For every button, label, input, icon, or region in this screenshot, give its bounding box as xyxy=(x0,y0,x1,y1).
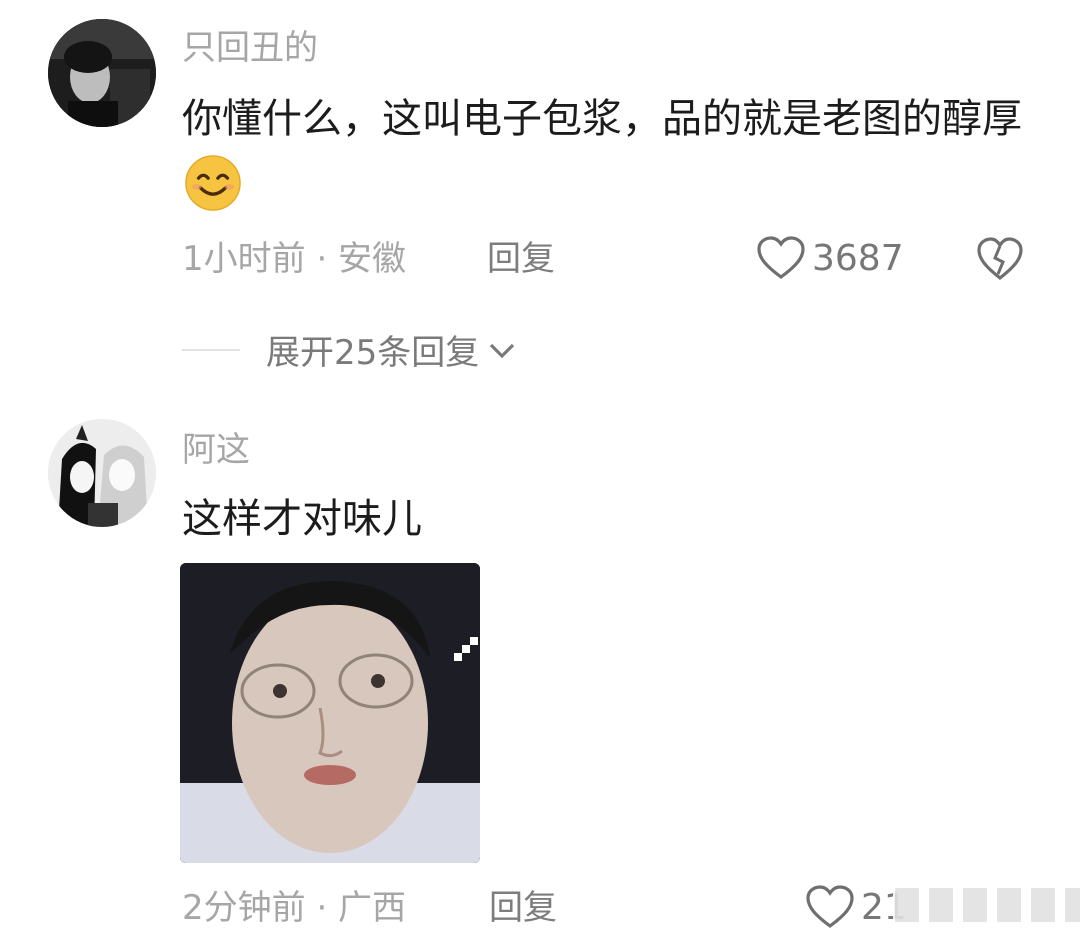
username[interactable]: 阿这 xyxy=(182,430,250,470)
like-button[interactable]: 21 xyxy=(805,884,907,930)
like-count: 3687 xyxy=(812,237,904,279)
username[interactable]: 只回丑的 xyxy=(182,28,318,68)
avatar-image xyxy=(48,19,156,127)
heart-outline-icon xyxy=(806,885,854,928)
comment-meta: 2分钟前 · 广西 xyxy=(182,888,407,928)
chevron-down-icon xyxy=(490,343,515,358)
avatar[interactable] xyxy=(48,19,156,127)
like-button[interactable]: 3687 xyxy=(756,235,904,281)
watermark xyxy=(893,886,1080,924)
comment-text: 这样才对味儿 xyxy=(182,496,422,542)
comment-meta: 1小时前 · 安徽 xyxy=(182,239,407,279)
heart-outline-icon xyxy=(757,236,805,279)
reply-button[interactable]: 回复 xyxy=(489,888,557,928)
meme-photo xyxy=(180,563,480,863)
comment-text-content: 你懂什么，这叫电子包浆，品的就是老图的醇厚 xyxy=(182,96,1022,142)
reply-button[interactable]: 回复 xyxy=(487,239,555,279)
divider xyxy=(182,348,240,351)
avatar[interactable] xyxy=(48,419,156,527)
expand-replies-label: 展开25条回复 xyxy=(266,333,480,373)
broken-heart-icon[interactable] xyxy=(976,236,1024,282)
avatar-image xyxy=(48,419,156,527)
comment-text: 你懂什么，这叫电子包浆，品的就是老图的醇厚 xyxy=(182,86,1022,218)
expand-replies-button[interactable]: 展开25条回复 xyxy=(182,325,517,374)
smiling-face-emoji-icon xyxy=(185,155,241,211)
comment-image[interactable] xyxy=(180,563,480,863)
